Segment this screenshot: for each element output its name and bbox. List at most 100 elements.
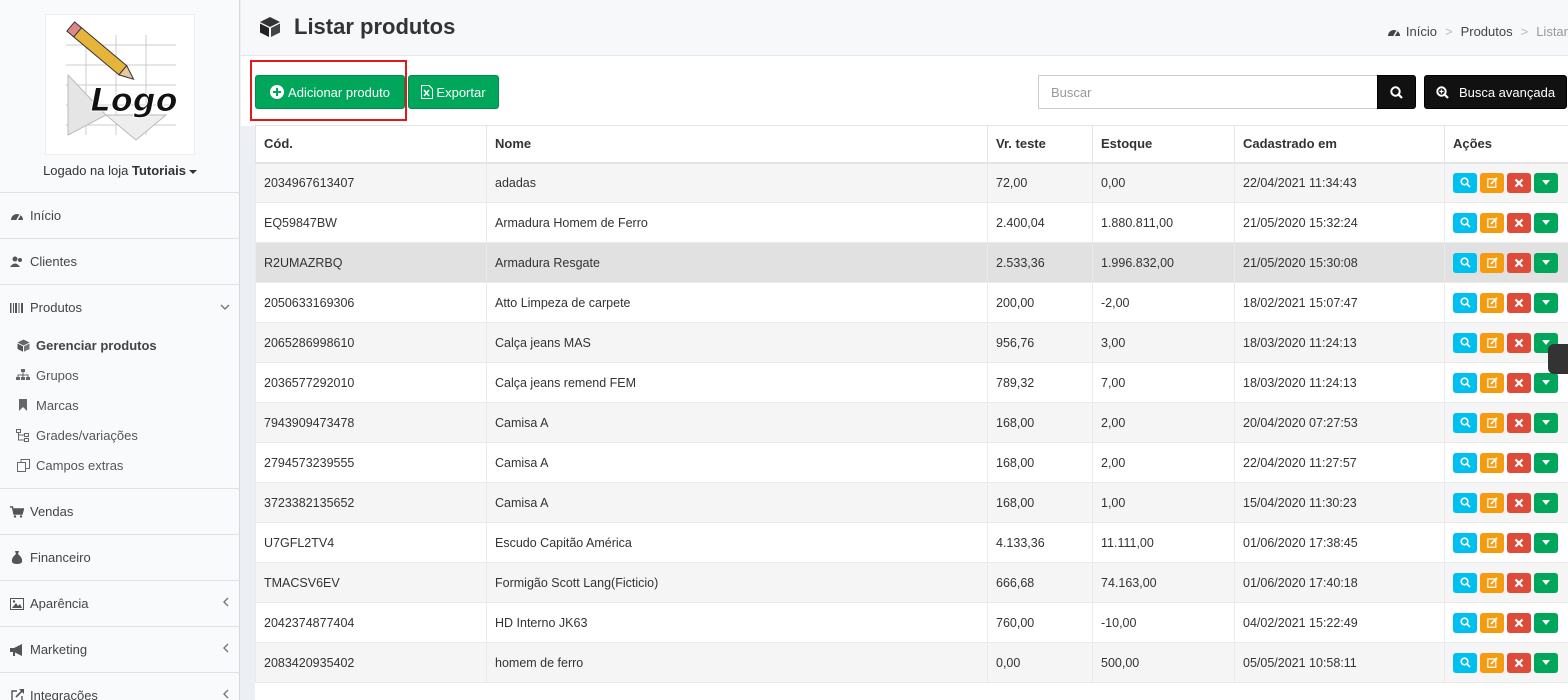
edit-button[interactable]: [1480, 252, 1504, 273]
export-button[interactable]: Exportar: [408, 75, 499, 109]
table-row[interactable]: U7GFL2TV4 Escudo Capitão América 4.133,36 1…: [255, 522, 1568, 563]
view-button[interactable]: [1453, 332, 1477, 353]
cell-nome: Camisa A: [486, 482, 988, 523]
sidebar-item-gerenciar-produtos[interactable]: Gerenciar produtos: [0, 330, 240, 360]
view-button[interactable]: [1453, 252, 1477, 273]
delete-button[interactable]: [1507, 292, 1531, 313]
sidebar-item-financeiro[interactable]: Financeiro: [0, 534, 240, 580]
close-icon: [1514, 218, 1524, 228]
sidebar-item-vendas[interactable]: Vendas: [0, 488, 240, 534]
side-tab-handle[interactable]: [1548, 344, 1568, 374]
view-button[interactable]: [1453, 172, 1477, 193]
table-row[interactable]: R2UMAZRBQ Armadura Resgate 2.533,36 1.996.8…: [255, 242, 1568, 283]
view-button[interactable]: [1453, 532, 1477, 553]
delete-button[interactable]: [1507, 212, 1531, 233]
table-row[interactable]: 7943909473478 Camisa A 168,00 2,00 20/04/202…: [255, 402, 1568, 443]
edit-button[interactable]: [1480, 572, 1504, 593]
more-options-button[interactable]: [1534, 212, 1558, 233]
table-row[interactable]: 2794573239555 Camisa A 168,00 2,00 22/04/202…: [255, 442, 1568, 483]
table-row[interactable]: 2034967613407 adadas 72,00 0,00 22/04/2021 1…: [255, 162, 1568, 203]
table-row[interactable]: 2065286998610 Calça jeans MAS 956,76 3,00 18…: [255, 322, 1568, 363]
table-row[interactable]: 2083420935402 homem de ferro 0,00 500,00 05/…: [255, 642, 1568, 683]
view-button[interactable]: [1453, 372, 1477, 393]
edit-button[interactable]: [1480, 652, 1504, 673]
search-input[interactable]: [1038, 75, 1378, 109]
more-options-button[interactable]: [1534, 452, 1558, 473]
sidebar-item-campos-extras[interactable]: Campos extras: [0, 450, 240, 480]
delete-button[interactable]: [1507, 412, 1531, 433]
edit-button[interactable]: [1480, 292, 1504, 313]
col-header-vr-teste[interactable]: Vr. teste: [987, 125, 1093, 164]
delete-button[interactable]: [1507, 372, 1531, 393]
delete-button[interactable]: [1507, 172, 1531, 193]
advanced-search-button[interactable]: Busca avançada: [1424, 75, 1567, 109]
more-options-button[interactable]: [1534, 572, 1558, 593]
edit-button[interactable]: [1480, 532, 1504, 553]
table-row[interactable]: TMACSV6EV Formigão Scott Lang(Ficticio) 66…: [255, 562, 1568, 603]
sidebar-item-grades-variacoes[interactable]: Grades/variações: [0, 420, 240, 450]
more-options-button[interactable]: [1534, 252, 1558, 273]
delete-button[interactable]: [1507, 332, 1531, 353]
edit-button[interactable]: [1480, 372, 1504, 393]
col-header-cadastrado[interactable]: Cadastrado em: [1234, 125, 1445, 164]
delete-button[interactable]: [1507, 652, 1531, 673]
table-row[interactable]: 2050633169306 Atto Limpeza de carpete 200,…: [255, 282, 1568, 323]
sidebar-item-grupos[interactable]: Grupos: [0, 360, 240, 390]
view-button[interactable]: [1453, 292, 1477, 313]
cell-codigo: 2083420935402: [255, 642, 487, 683]
view-button[interactable]: [1453, 612, 1477, 633]
col-header-nome[interactable]: Nome: [486, 125, 988, 164]
cell-nome: HD Interno JK63: [486, 602, 988, 643]
store-logo[interactable]: Logo: [45, 14, 195, 155]
delete-button[interactable]: [1507, 532, 1531, 553]
delete-button[interactable]: [1507, 492, 1531, 513]
sidebar-item-inicio[interactable]: Início: [0, 192, 240, 238]
edit-button[interactable]: [1480, 412, 1504, 433]
table-row[interactable]: 2042374877404 HD Interno JK63 760,00 -10,00…: [255, 602, 1568, 643]
col-header-codigo[interactable]: Cód.: [255, 125, 487, 164]
sidebar-item-clientes[interactable]: Clientes: [0, 238, 240, 284]
search-icon: [1459, 177, 1471, 188]
edit-button[interactable]: [1480, 212, 1504, 233]
breadcrumb-inicio[interactable]: Início: [1406, 24, 1437, 39]
more-options-button[interactable]: [1534, 172, 1558, 193]
view-button[interactable]: [1453, 412, 1477, 433]
delete-button[interactable]: [1507, 452, 1531, 473]
col-header-estoque[interactable]: Estoque: [1092, 125, 1235, 164]
search-icon: [1459, 217, 1471, 228]
delete-button[interactable]: [1507, 572, 1531, 593]
more-options-button[interactable]: [1534, 292, 1558, 313]
sidebar-item-aparencia[interactable]: Aparência: [0, 580, 240, 626]
more-options-button[interactable]: [1534, 372, 1558, 393]
more-options-button[interactable]: [1534, 532, 1558, 553]
table-row[interactable]: EQ59847BW Armadura Homem de Ferro 2.400,04…: [255, 202, 1568, 243]
delete-button[interactable]: [1507, 252, 1531, 273]
view-button[interactable]: [1453, 492, 1477, 513]
search-icon: [1459, 497, 1471, 508]
store-selector[interactable]: Logado na loja Tutoriais: [0, 163, 240, 178]
more-options-button[interactable]: [1534, 612, 1558, 633]
view-button[interactable]: [1453, 572, 1477, 593]
sidebar-item-marcas[interactable]: Marcas: [0, 390, 240, 420]
view-button[interactable]: [1453, 652, 1477, 673]
sidebar-item-marketing[interactable]: Marketing: [0, 626, 240, 672]
edit-button[interactable]: [1480, 492, 1504, 513]
table-row[interactable]: 2036577292010 Calça jeans remend FEM 789,3…: [255, 362, 1568, 403]
sidebar-item-produtos[interactable]: Produtos: [0, 284, 240, 330]
edit-button[interactable]: [1480, 172, 1504, 193]
delete-button[interactable]: [1507, 612, 1531, 633]
edit-button[interactable]: [1480, 452, 1504, 473]
edit-button[interactable]: [1480, 612, 1504, 633]
breadcrumb-produtos[interactable]: Produtos: [1461, 24, 1513, 39]
more-options-button[interactable]: [1534, 412, 1558, 433]
view-button[interactable]: [1453, 212, 1477, 233]
sidebar-item-integracoes[interactable]: Integrações: [0, 672, 240, 700]
table-row[interactable]: 3723382135652 Camisa A 168,00 1,00 15/04/202…: [255, 482, 1568, 523]
edit-button[interactable]: [1480, 332, 1504, 353]
more-options-button[interactable]: [1534, 492, 1558, 513]
cell-vr-teste: 666,68: [987, 562, 1093, 603]
search-button[interactable]: [1377, 75, 1416, 109]
edit-icon: [1486, 257, 1498, 268]
more-options-button[interactable]: [1534, 652, 1558, 673]
view-button[interactable]: [1453, 452, 1477, 473]
